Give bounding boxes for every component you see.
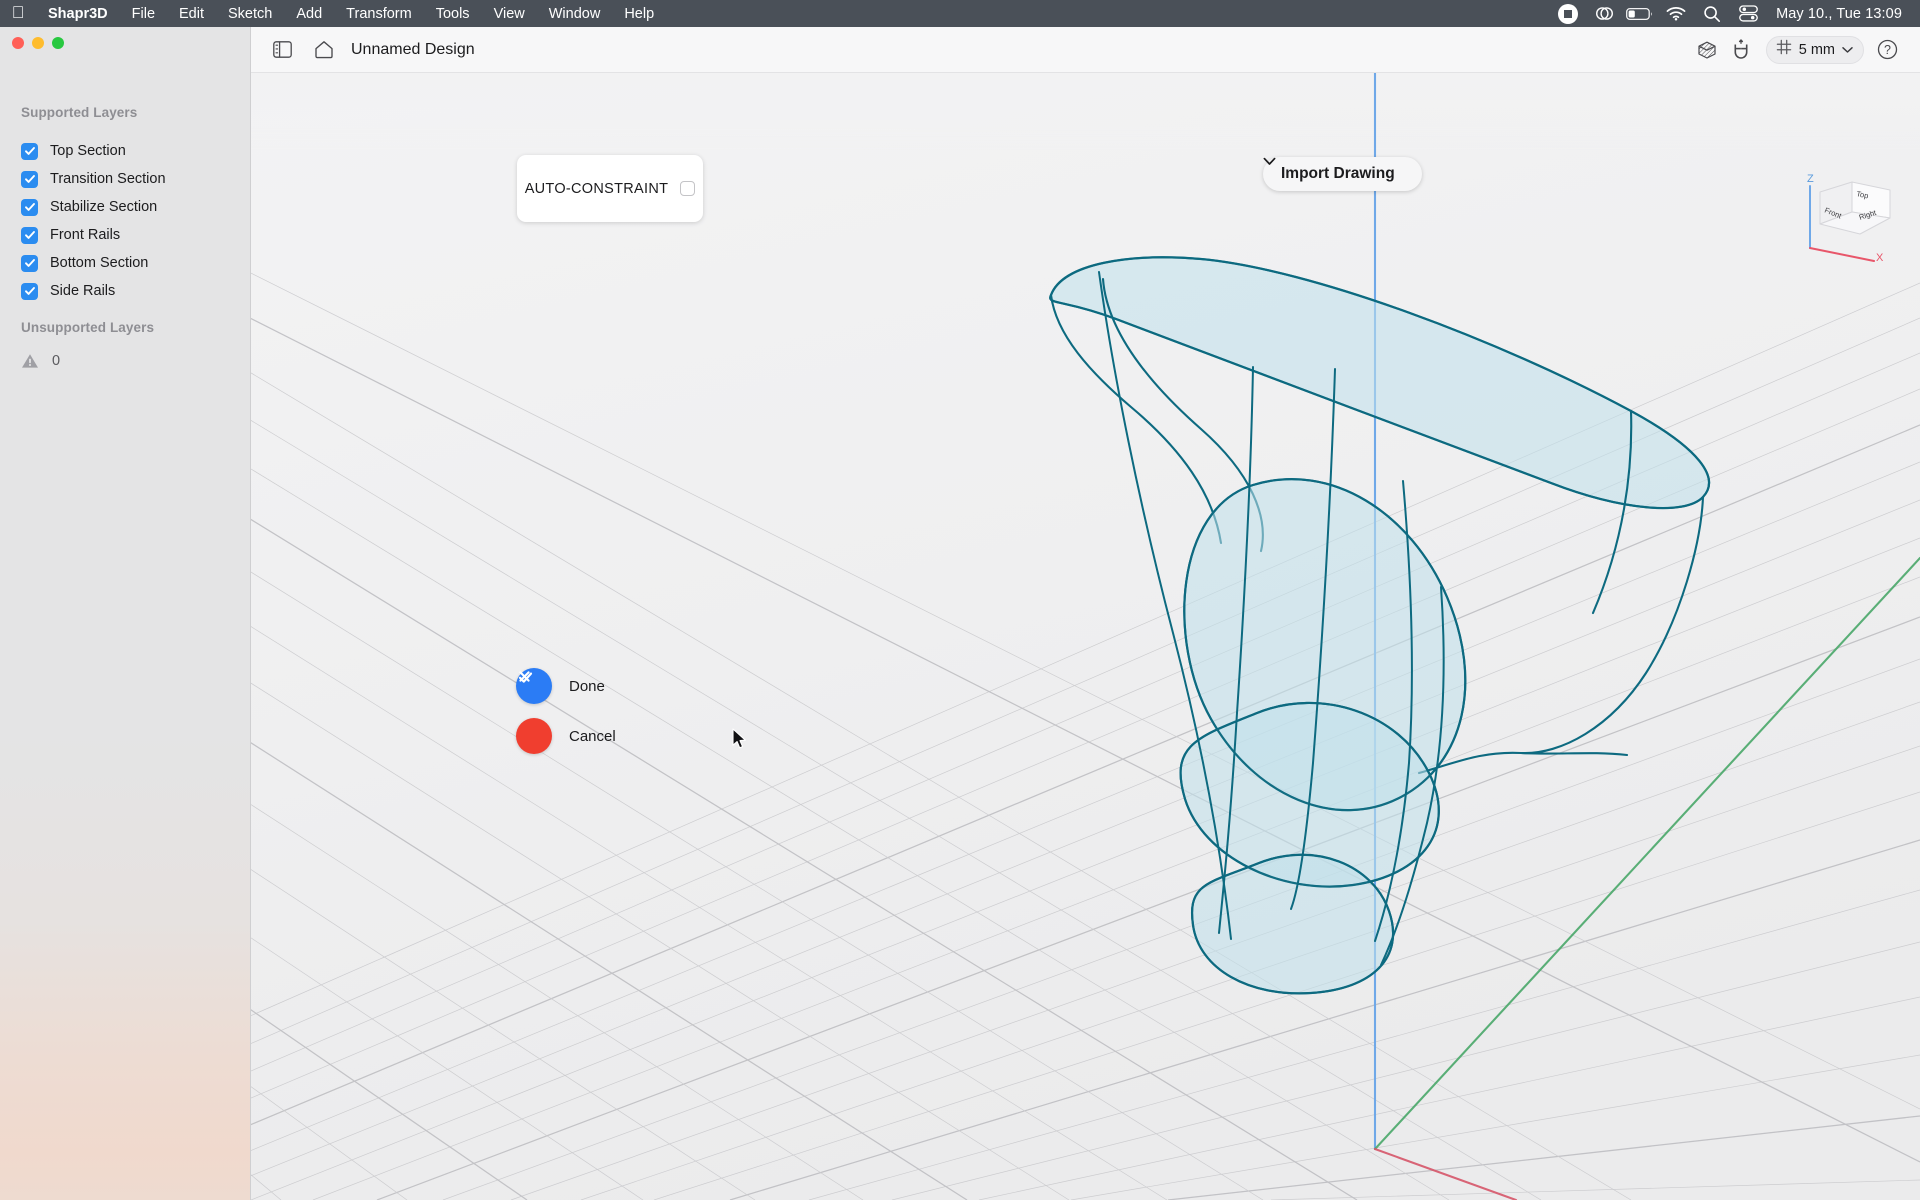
3d-viewport[interactable]: AUTO-CONSTRAINT Import Drawing Done Canc… [251, 73, 1920, 1200]
z-axis-label: Z [1807, 173, 1814, 185]
menu-item-edit[interactable]: Edit [167, 0, 216, 27]
cancel-action-row[interactable]: Cancel [516, 671, 616, 754]
checkbox-checked-icon[interactable] [21, 226, 38, 244]
checkbox-checked-icon[interactable] [21, 142, 38, 160]
unsupported-layers-row: 0 [21, 353, 60, 369]
checkbox-checked-icon[interactable] [21, 170, 38, 188]
layer-label: Top Section [50, 143, 126, 159]
checkbox-checked-icon[interactable] [21, 282, 38, 300]
menu-item-view[interactable]: View [482, 0, 537, 27]
supported-layers-list: Top Section Transition Section Stabilize… [0, 137, 251, 305]
sidebar-toggle-icon[interactable] [265, 33, 299, 67]
unsupported-layers-count: 0 [52, 353, 61, 369]
warning-triangle-icon [21, 353, 39, 369]
menu-item-transform[interactable]: Transform [334, 0, 424, 27]
layers-sidebar: Supported Layers Top Section Transition … [0, 27, 251, 1200]
layer-label: Side Rails [50, 283, 116, 299]
wifi-icon[interactable] [1658, 0, 1694, 27]
macos-menu-bar:  Shapr3D File Edit Sketch Add Transform… [0, 0, 1920, 27]
app-toolbar: Unnamed Design 5 mm ? [251, 27, 1920, 73]
window-traffic-lights [12, 37, 64, 49]
unsupported-layers-heading: Unsupported Layers [21, 320, 155, 335]
magnet-snap-icon[interactable] [1724, 33, 1758, 67]
creative-cloud-icon[interactable] [1586, 0, 1622, 27]
layer-label: Bottom Section [50, 255, 149, 271]
minimize-window-button[interactable] [32, 37, 44, 49]
shapr3d-app-window: Supported Layers Top Section Transition … [0, 27, 1920, 1200]
sidebar-item-bottom-section[interactable]: Bottom Section [0, 249, 251, 277]
menu-app-name[interactable]: Shapr3D [36, 0, 120, 27]
menu-item-sketch[interactable]: Sketch [216, 0, 284, 27]
supported-layers-heading: Supported Layers [21, 105, 138, 120]
cancel-button[interactable] [516, 671, 552, 754]
battery-icon[interactable] [1622, 0, 1658, 27]
x-axis-label: X [1876, 252, 1884, 263]
layer-label: Transition Section [50, 171, 166, 187]
page-title[interactable]: Unnamed Design [351, 41, 475, 59]
sidebar-item-top-section[interactable]: Top Section [0, 137, 251, 165]
apple-logo-icon[interactable]:  [0, 4, 36, 23]
layer-label: Front Rails [50, 227, 121, 243]
sidebar-item-front-rails[interactable]: Front Rails [0, 221, 251, 249]
menu-item-tools[interactable]: Tools [424, 0, 482, 27]
close-window-button[interactable] [12, 37, 24, 49]
sidebar-item-side-rails[interactable]: Side Rails [0, 277, 251, 305]
view-orientation-cube[interactable]: Z X Top Front Right [1796, 168, 1916, 263]
import-drawing-label: Import Drawing [1281, 165, 1395, 182]
done-label: Done [569, 677, 605, 695]
menu-item-help[interactable]: Help [612, 0, 666, 27]
menu-item-add[interactable]: Add [284, 0, 334, 27]
checkbox-checked-icon[interactable] [21, 254, 38, 272]
sidebar-item-transition-section[interactable]: Transition Section [0, 165, 251, 193]
grid-icon [1776, 39, 1792, 60]
screen-record-icon[interactable] [1550, 0, 1586, 27]
sidebar-item-stabilize-section[interactable]: Stabilize Section [0, 193, 251, 221]
menu-item-window[interactable]: Window [537, 0, 613, 27]
menu-bar-clock[interactable]: May 10., Tue 13:09 [1766, 6, 1906, 22]
home-icon[interactable] [307, 33, 341, 67]
auto-constraint-checkbox[interactable] [680, 181, 696, 196]
cancel-label: Cancel [569, 727, 616, 745]
grid-size-selector[interactable]: 5 mm [1765, 35, 1864, 64]
shaded-body-icon[interactable] [1690, 33, 1724, 67]
auto-constraint-panel: AUTO-CONSTRAINT [517, 155, 703, 222]
chevron-down-icon [1842, 41, 1853, 59]
sketch-action-buttons: Done Cancel [516, 668, 616, 768]
layer-label: Stabilize Section [50, 199, 158, 215]
auto-constraint-label: AUTO-CONSTRAINT [524, 180, 669, 197]
zoom-window-button[interactable] [52, 37, 64, 49]
menu-item-file[interactable]: File [120, 0, 167, 27]
import-drawing-button[interactable]: Import Drawing [1263, 157, 1422, 191]
spotlight-search-icon[interactable] [1694, 0, 1730, 27]
viewport-scene [251, 73, 1920, 1200]
control-center-icon[interactable] [1730, 0, 1766, 27]
help-question-icon[interactable]: ? [1870, 33, 1904, 67]
checkbox-checked-icon[interactable] [21, 198, 38, 216]
grid-size-value: 5 mm [1798, 41, 1835, 58]
svg-text:?: ? [1884, 43, 1891, 57]
